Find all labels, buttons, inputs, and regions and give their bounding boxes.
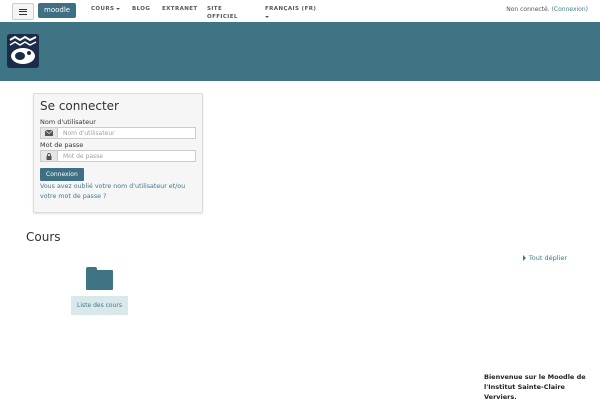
username-input-group: [40, 127, 196, 139]
login-title: Se connecter: [40, 99, 119, 113]
school-logo[interactable]: [7, 34, 39, 68]
login-block: Se connecter Nom d'utilisateur Mot de pa…: [33, 93, 203, 213]
login-status: Non connecté. (Connexion): [506, 6, 588, 13]
password-input-group: [40, 150, 196, 162]
username-label: Nom d'utilisateur: [40, 118, 96, 126]
login-link[interactable]: (Connexion): [552, 6, 588, 13]
lock-icon: [46, 152, 52, 160]
forgot-password-link[interactable]: Vous avez oublié votre nom d'utilisateur…: [40, 182, 200, 202]
password-addon: [41, 151, 58, 161]
login-status-text: Non connecté.: [506, 6, 550, 13]
hamburger-icon: [19, 8, 27, 15]
password-label: Mot de passe: [40, 141, 84, 149]
course-list-button[interactable]: Liste des cours: [71, 296, 128, 315]
hamburger-menu-button[interactable]: [12, 3, 34, 20]
caret-right-icon: [522, 255, 526, 261]
school-logo-icon: [7, 34, 39, 68]
caret-down-icon: [265, 15, 269, 18]
nav-item-label: SITE OFFICIEL: [207, 6, 238, 20]
envelope-icon: [45, 130, 53, 136]
nav-item-label: BLOG: [132, 6, 151, 12]
moodle-brand-link[interactable]: moodle: [38, 3, 77, 18]
folder-icon: [86, 267, 113, 290]
page-header: [0, 22, 600, 81]
username-addon: [41, 128, 58, 138]
expand-all-label: Tout déplier: [528, 254, 567, 262]
username-input[interactable]: [58, 128, 195, 138]
caret-down-icon: [116, 7, 121, 10]
nav-item-language[interactable]: FRANÇAIS (FR): [265, 5, 325, 21]
nav-item-label: COURS: [91, 6, 115, 12]
nav-item-cours[interactable]: COURS: [91, 5, 121, 13]
nav-item-blog[interactable]: BLOG: [132, 5, 150, 13]
courses-heading: Cours: [26, 230, 61, 244]
nav-item-site-officiel[interactable]: SITE OFFICIEL: [207, 5, 247, 21]
login-submit-button[interactable]: Connexion: [40, 168, 84, 181]
password-input[interactable]: [58, 151, 195, 161]
nav-item-label: FRANÇAIS (FR): [265, 6, 317, 12]
nav-item-extranet[interactable]: EXTRANET: [162, 5, 198, 13]
nav-item-label: EXTRANET: [162, 6, 198, 12]
welcome-text: Bienvenue sur le Moodle de l'Institut Sa…: [484, 373, 586, 401]
expand-all-link[interactable]: Tout déplier: [522, 254, 567, 262]
top-navbar: moodle COURS BLOG EXTRANET SITE OFFICIEL…: [0, 0, 600, 23]
